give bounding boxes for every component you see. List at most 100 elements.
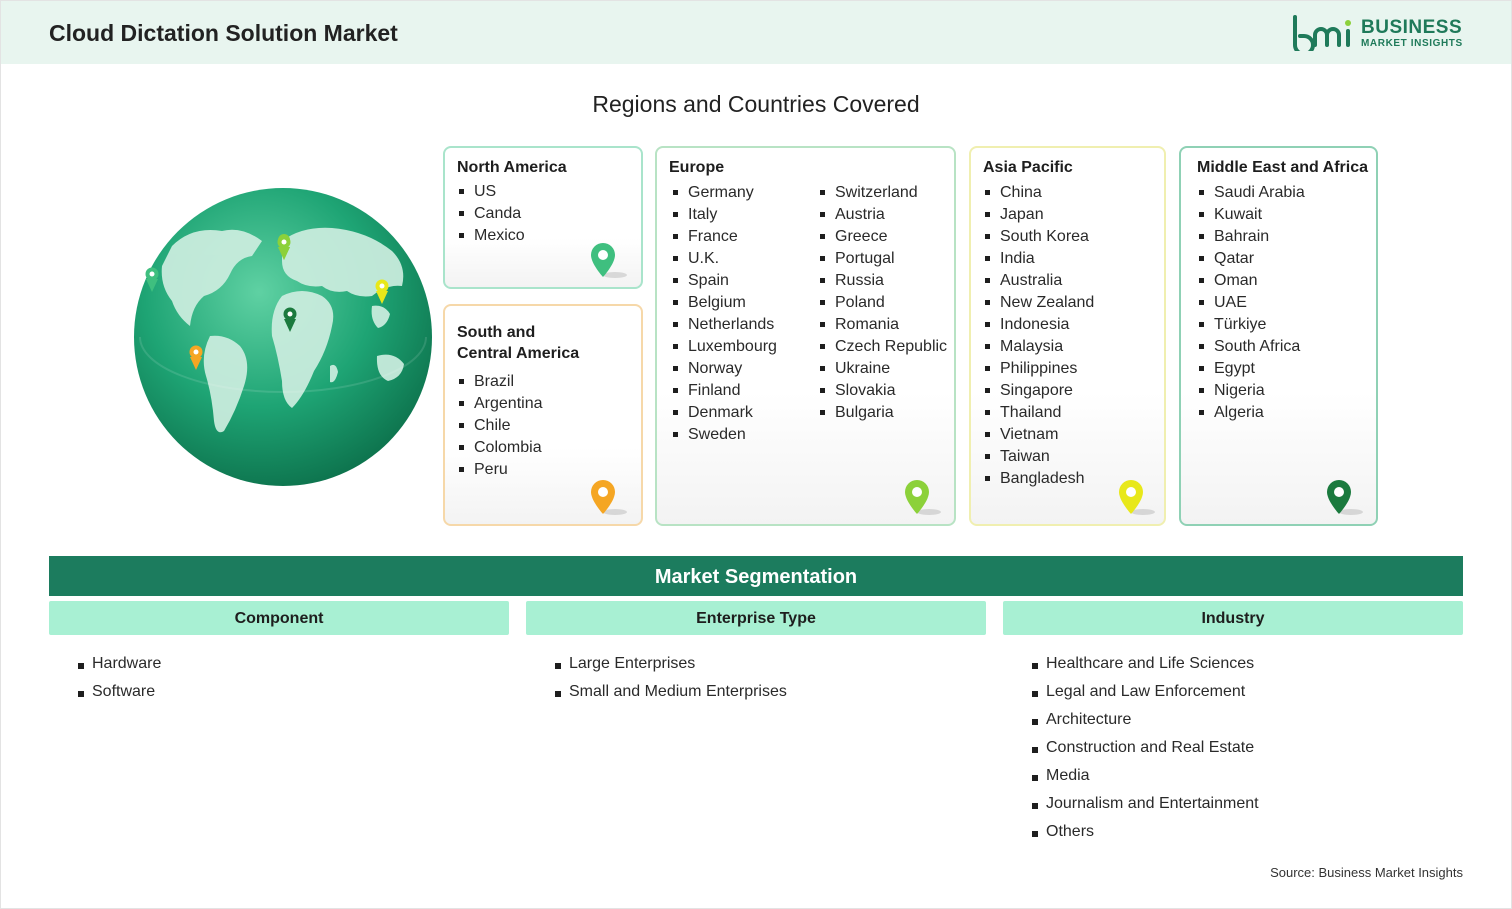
country-item: New Zealand xyxy=(983,292,1094,314)
segment-list-enterprise-type: Large Enterprises Small and Medium Enter… xyxy=(555,650,787,706)
region-title: South and Central America xyxy=(457,322,579,364)
country-item: Colombia xyxy=(457,437,543,459)
country-item: Romania xyxy=(818,314,947,336)
country-list: US Canda Mexico xyxy=(457,181,525,247)
country-item: Saudi Arabia xyxy=(1197,182,1305,204)
country-item: Vietnam xyxy=(983,424,1094,446)
segment-item: Legal and Law Enforcement xyxy=(1032,678,1259,706)
segment-item: Architecture xyxy=(1032,706,1259,734)
country-item: Luxembourg xyxy=(671,336,777,358)
region-title: Middle East and Africa xyxy=(1197,159,1368,176)
region-title-line-1: South and xyxy=(457,324,536,341)
country-item: Japan xyxy=(983,204,1094,226)
country-item: India xyxy=(983,248,1094,270)
country-item: Greece xyxy=(818,226,947,248)
country-item: Singapore xyxy=(983,380,1094,402)
country-item: Brazil xyxy=(457,371,543,393)
segment-item: Media xyxy=(1032,762,1259,790)
segment-item: Others xyxy=(1032,818,1259,846)
logo-line-1: BUSINESS xyxy=(1361,17,1463,38)
country-item: Australia xyxy=(983,270,1094,292)
country-list-col-1: Germany Italy France U.K. Spain Belgium … xyxy=(671,182,777,446)
country-item: South Africa xyxy=(1197,336,1305,358)
region-title: Asia Pacific xyxy=(983,159,1073,176)
country-item: UAE xyxy=(1197,292,1305,314)
country-item: Bulgaria xyxy=(818,402,947,424)
country-item: Mexico xyxy=(457,225,525,247)
country-item: France xyxy=(671,226,777,248)
country-item: South Korea xyxy=(983,226,1094,248)
country-item: Egypt xyxy=(1197,358,1305,380)
segment-header-enterprise-type: Enterprise Type xyxy=(526,601,986,635)
region-card-south-central-america: South and Central America Brazil Argenti… xyxy=(443,304,643,526)
region-card-middle-east-africa: Middle East and Africa Saudi Arabia Kuwa… xyxy=(1179,146,1378,526)
country-item: Russia xyxy=(818,270,947,292)
country-item: Austria xyxy=(818,204,947,226)
country-item: Philippines xyxy=(983,358,1094,380)
segment-item: Healthcare and Life Sciences xyxy=(1032,650,1259,678)
country-item: Thailand xyxy=(983,402,1094,424)
header: Cloud Dictation Solution Market BUSINESS… xyxy=(1,1,1511,64)
segment-header-industry: Industry xyxy=(1003,601,1463,635)
map-pin-icon xyxy=(591,480,627,515)
country-list: Brazil Argentina Chile Colombia Peru xyxy=(457,371,543,481)
country-item: Algeria xyxy=(1197,402,1305,424)
region-title: North America xyxy=(457,159,567,176)
country-item: Türkiye xyxy=(1197,314,1305,336)
segment-list-component: Hardware Software xyxy=(78,650,161,706)
country-item: Nigeria xyxy=(1197,380,1305,402)
country-item: Ukraine xyxy=(818,358,947,380)
country-item: Germany xyxy=(671,182,777,204)
region-title-line-2: Central America xyxy=(457,345,580,362)
country-item: Italy xyxy=(671,204,777,226)
segment-item: Construction and Real Estate xyxy=(1032,734,1259,762)
country-item: Qatar xyxy=(1197,248,1305,270)
country-item: Finland xyxy=(671,380,777,402)
country-item: Sweden xyxy=(671,424,777,446)
country-item: U.K. xyxy=(671,248,777,270)
country-item: Belgium xyxy=(671,292,777,314)
segmentation-title: Market Segmentation xyxy=(49,556,1463,596)
country-item: Malaysia xyxy=(983,336,1094,358)
country-item: Oman xyxy=(1197,270,1305,292)
segment-item: Journalism and Entertainment xyxy=(1032,790,1259,818)
regions-title: Regions and Countries Covered xyxy=(592,91,920,117)
map-pin-icon xyxy=(905,480,941,515)
bmi-logo-mark xyxy=(1293,15,1351,56)
segment-item: Small and Medium Enterprises xyxy=(555,678,787,706)
country-list: Saudi Arabia Kuwait Bahrain Qatar Oman U… xyxy=(1197,182,1305,424)
region-card-asia-pacific: Asia Pacific China Japan South Korea Ind… xyxy=(969,146,1166,526)
country-item: US xyxy=(457,181,525,203)
map-pin-icon xyxy=(591,243,627,278)
segment-list-industry: Healthcare and Life Sciences Legal and L… xyxy=(1032,650,1259,846)
country-item: Poland xyxy=(818,292,947,314)
country-item: Czech Republic xyxy=(818,336,947,358)
country-item: China xyxy=(983,182,1094,204)
globe-illustration xyxy=(134,188,432,486)
page-title: Cloud Dictation Solution Market xyxy=(49,20,398,46)
country-item: Spain xyxy=(671,270,777,292)
country-list: China Japan South Korea India Australia … xyxy=(983,182,1094,490)
map-pin-icon xyxy=(1327,480,1363,515)
region-card-north-america: North America US Canda Mexico xyxy=(443,146,643,289)
segment-item: Hardware xyxy=(78,650,161,678)
country-item: Slovakia xyxy=(818,380,947,402)
country-item: Bahrain xyxy=(1197,226,1305,248)
segment-header-component: Component xyxy=(49,601,509,635)
country-item: Argentina xyxy=(457,393,543,415)
country-item: Chile xyxy=(457,415,543,437)
country-item: Kuwait xyxy=(1197,204,1305,226)
country-item: Indonesia xyxy=(983,314,1094,336)
country-item: Bangladesh xyxy=(983,468,1094,490)
region-title: Europe xyxy=(669,159,725,176)
map-pin-icon xyxy=(1119,480,1155,515)
country-item: Peru xyxy=(457,459,543,481)
country-item: Denmark xyxy=(671,402,777,424)
region-card-europe: Europe Germany Italy France U.K. Spain B… xyxy=(655,146,956,526)
source-note: Source: Business Market Insights xyxy=(1270,865,1463,880)
country-item: Portugal xyxy=(818,248,947,270)
country-item: Netherlands xyxy=(671,314,777,336)
country-list-col-2: Switzerland Austria Greece Portugal Russ… xyxy=(818,182,947,424)
segment-item: Software xyxy=(78,678,161,706)
bmi-logo: BUSINESS MARKET INSIGHTS xyxy=(1291,15,1471,56)
